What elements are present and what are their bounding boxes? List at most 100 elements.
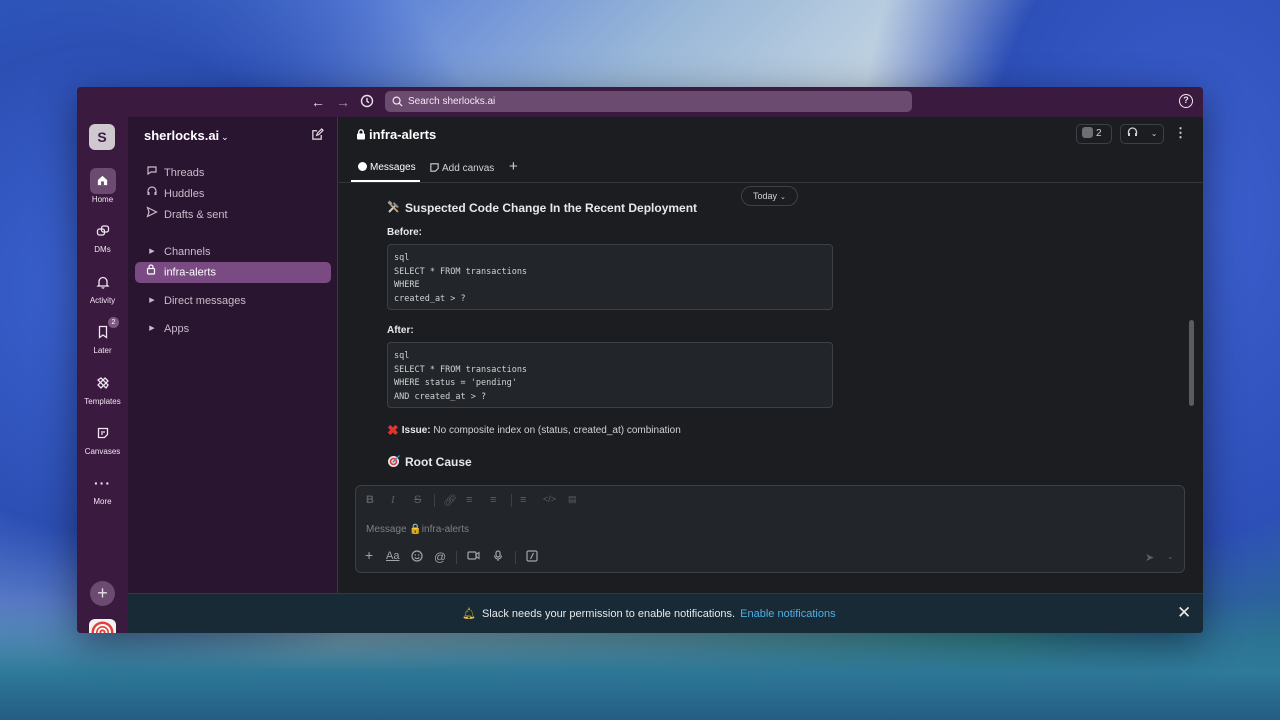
member-avatar-icon — [1082, 127, 1093, 138]
target-emoji-icon — [388, 455, 400, 467]
kebab-menu-icon[interactable]: ⋮ — [1174, 126, 1187, 140]
sidebar-section-channels[interactable]: ▶ Channels — [145, 243, 210, 261]
tab-messages[interactable]: Messages — [358, 162, 416, 173]
rail-item-home[interactable]: Home — [77, 168, 128, 204]
huddle-button[interactable]: ⌄ — [1120, 124, 1164, 144]
enable-notifications-link[interactable]: Enable notifications — [740, 608, 835, 620]
chevron-down-icon: ⌄ — [780, 194, 786, 201]
active-channel-label: infra-alerts — [164, 266, 216, 279]
message-input[interactable]: Message 🔒infra-alerts — [366, 524, 469, 535]
sidebar-item-infra-alerts[interactable]: infra-alerts — [135, 262, 331, 283]
back-arrow-icon[interactable]: ← — [310, 94, 326, 110]
bullet-list-icon[interactable]: ≡ — [490, 494, 496, 506]
rail-item-dms[interactable]: DMs — [77, 218, 128, 254]
channel-title-button[interactable]: infra-alerts — [356, 127, 436, 142]
slash-command-icon[interactable] — [526, 550, 538, 565]
ordered-list-icon[interactable]: ≡ — [466, 494, 472, 506]
caret-right-icon: ▶ — [149, 297, 155, 305]
sidebar-item-threads[interactable]: Threads — [145, 164, 204, 182]
add-workspace-button[interactable]: + — [90, 581, 115, 606]
rail-label-dms: DMs — [94, 245, 111, 254]
sidebar-label-threads: Threads — [164, 167, 205, 179]
mention-button[interactable]: @ — [434, 550, 446, 564]
plus-icon[interactable]: + — [365, 547, 373, 563]
top-bar: ← → Search sherlocks.ai ? — [77, 87, 1203, 117]
sidebar-section-dms[interactable]: ▶ Direct messages — [145, 292, 246, 310]
code-icon[interactable]: </> — [543, 494, 556, 504]
code-block-icon[interactable]: ▤ — [568, 494, 577, 505]
italic-icon[interactable]: I — [391, 494, 395, 506]
microphone-icon[interactable] — [493, 550, 503, 565]
sidebar-item-huddles[interactable]: Huddles — [145, 185, 204, 203]
cross-mark-icon: ✖ — [387, 422, 399, 438]
message-composer: B I S 🔗︎ ≡ ≡ ≡ </> ▤ Message 🔒infra-aler… — [355, 485, 1185, 573]
send-icon[interactable]: ➤ — [1145, 551, 1154, 564]
chevron-down-icon[interactable]: ⌄ — [1167, 552, 1174, 561]
bold-icon[interactable]: B — [366, 494, 374, 506]
heading-text: Suspected Code Change In the Recent Depl… — [405, 201, 698, 215]
home-icon — [89, 168, 116, 194]
message-list: Today ⌄ Suspected Code Change In the Rece… — [339, 184, 1203, 484]
formatting-button[interactable]: Aa — [386, 550, 399, 562]
compose-icon[interactable] — [311, 128, 324, 146]
threads-icon — [145, 164, 159, 182]
video-icon[interactable] — [467, 550, 480, 564]
workspace-name: sherlocks.ai — [144, 128, 220, 143]
chevron-down-icon: ⌄ — [1150, 129, 1158, 138]
caret-right-icon: ▶ — [149, 248, 155, 256]
canvas-icon — [430, 163, 439, 172]
forward-arrow-icon[interactable]: → — [335, 94, 351, 110]
rail-label-later: Later — [93, 346, 112, 355]
workspace-avatar[interactable]: S — [89, 124, 115, 150]
search-icon — [392, 96, 403, 107]
sidebar-item-drafts[interactable]: Drafts & sent — [145, 206, 228, 224]
tools-emoji-icon — [387, 200, 399, 213]
sidebar-section-apps[interactable]: ▶ Apps — [145, 320, 189, 338]
send-icon — [145, 206, 159, 224]
rail-item-later[interactable]: 2 Later — [77, 317, 128, 355]
add-tab-button[interactable]: + — [509, 158, 518, 175]
strikethrough-icon[interactable]: S — [414, 494, 421, 506]
issue-text: No composite index on (status, created_a… — [433, 425, 681, 436]
root-cause-heading: Root Cause — [387, 454, 472, 469]
message-scrollbar[interactable] — [1189, 320, 1194, 406]
emoji-icon[interactable] — [411, 550, 423, 565]
direct-messages-label: Direct messages — [164, 295, 246, 307]
members-button[interactable]: 2 — [1076, 124, 1112, 144]
help-icon[interactable]: ? — [1179, 94, 1193, 108]
sidebar-label-huddles: Huddles — [164, 188, 205, 200]
rail-item-more[interactable]: ··· More — [77, 470, 128, 506]
workspace-name-button[interactable]: sherlocks.ai ⌄ — [144, 128, 229, 143]
channels-label: Channels — [164, 246, 211, 258]
rail-item-templates[interactable]: Templates — [77, 370, 128, 406]
close-icon[interactable]: ✕ — [1177, 603, 1191, 623]
tab-add-canvas[interactable]: Add canvas — [429, 162, 494, 174]
later-badge: 2 — [108, 317, 119, 328]
rail-item-canvases[interactable]: Canvases — [77, 420, 128, 456]
link-icon[interactable]: 🔗︎ — [443, 494, 457, 507]
history-icon[interactable] — [359, 94, 375, 110]
search-bar[interactable]: Search sherlocks.ai — [385, 91, 912, 112]
channel-tabs: Messages Add canvas + — [339, 153, 1203, 183]
apps-label: Apps — [164, 323, 190, 335]
member-count: 2 — [1096, 128, 1102, 139]
rail-label-activity: Activity — [89, 296, 116, 305]
date-divider-button[interactable]: Today ⌄ — [741, 186, 798, 206]
headphones-icon — [145, 185, 159, 203]
sidebar-label-drafts: Drafts & sent — [164, 209, 228, 221]
toolbar-divider — [511, 494, 512, 507]
headphones-icon — [1127, 127, 1138, 136]
rail-item-activity[interactable]: Activity — [77, 269, 128, 305]
active-tab-indicator — [351, 180, 420, 182]
toolbar-divider — [515, 551, 516, 564]
caret-right-icon: ▶ — [149, 325, 155, 333]
rail-label-home: Home — [91, 195, 114, 204]
message-heading: Suspected Code Change In the Recent Depl… — [387, 200, 697, 215]
user-avatar[interactable] — [89, 619, 116, 633]
lock-icon — [357, 129, 365, 140]
issue-label: Issue: — [401, 425, 431, 436]
notification-message: 🔔︎ Slack needs your permission to enable … — [462, 607, 836, 620]
blockquote-icon[interactable]: ≡ — [520, 494, 526, 506]
channel-main: infra-alerts 2 ⌄ ⋮ Messages Add canvas + — [339, 117, 1203, 593]
tab-add-canvas-label: Add canvas — [442, 163, 495, 174]
